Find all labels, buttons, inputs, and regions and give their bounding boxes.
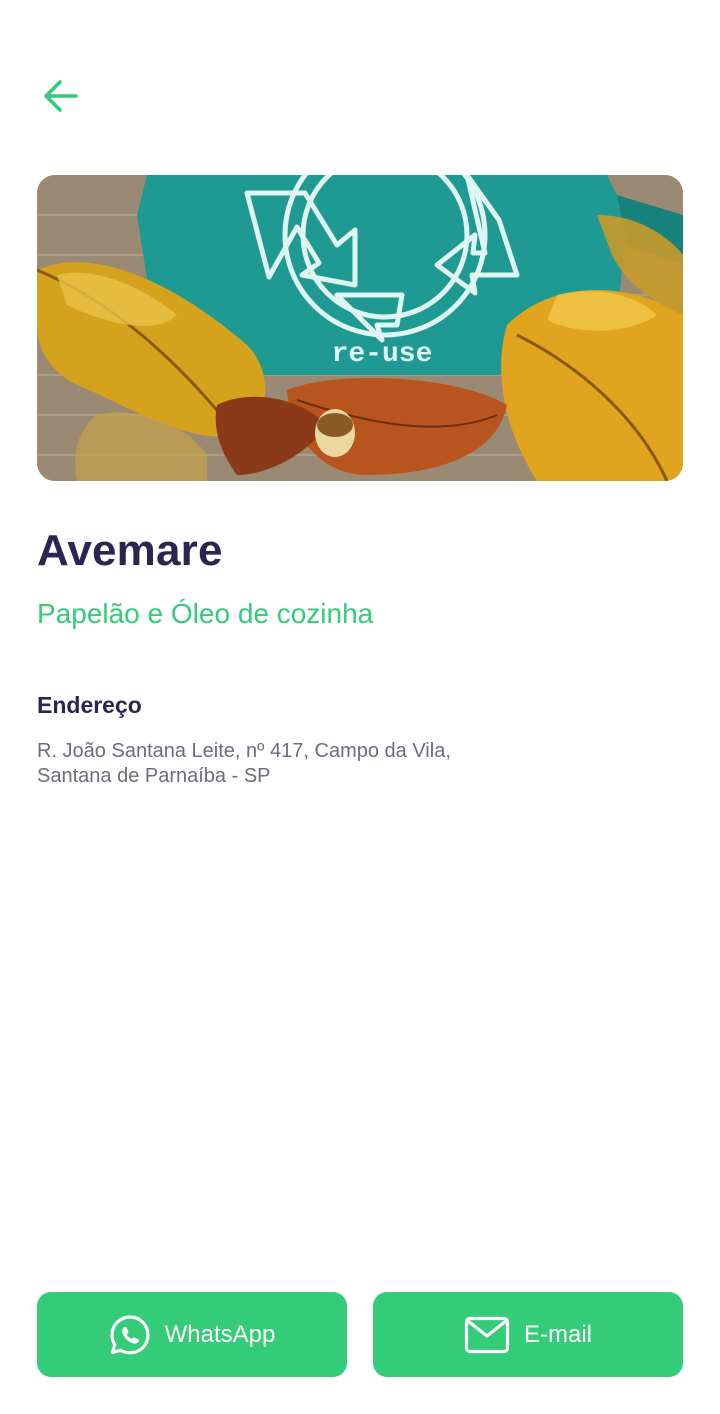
hero-image-text: re-use: [332, 339, 433, 370]
address-line-2: Santana de Parnaíba - SP: [37, 765, 271, 787]
whatsapp-label: WhatsApp: [164, 1320, 276, 1348]
whatsapp-button[interactable]: WhatsApp: [37, 1292, 347, 1377]
point-items: Papelão e Óleo de cozinha: [37, 598, 374, 629]
address-label: Endereço: [37, 692, 142, 718]
point-name: Avemare: [37, 526, 223, 575]
back-button[interactable]: [38, 76, 82, 116]
email-button[interactable]: E-mail: [373, 1292, 683, 1377]
address-text: R. João Santana Leite, nº 417, Campo da …: [37, 739, 557, 789]
collection-point-image: re-use: [37, 175, 683, 481]
address-line-1: R. João Santana Leite, nº 417, Campo da …: [37, 740, 451, 762]
mail-icon: [464, 1316, 510, 1354]
email-label: E-mail: [523, 1320, 592, 1348]
whatsapp-icon: [109, 1314, 151, 1356]
arrow-left-icon: [44, 80, 78, 112]
